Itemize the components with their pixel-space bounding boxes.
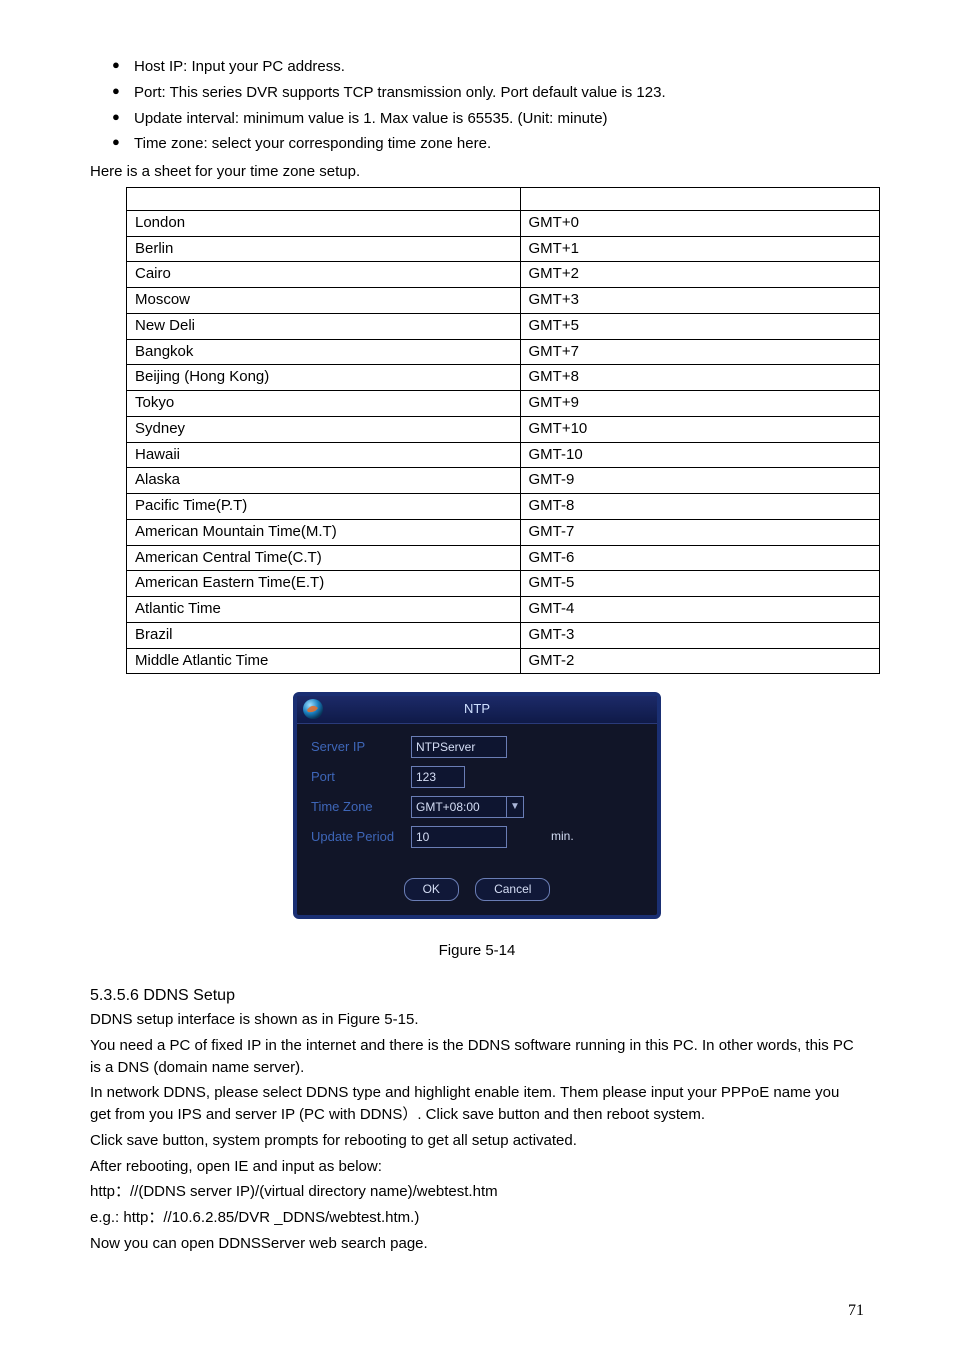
table-cell: GMT+9 bbox=[520, 391, 880, 417]
body-paragraph: Click save button, system prompts for re… bbox=[90, 1130, 864, 1152]
table-cell: GMT-9 bbox=[520, 468, 880, 494]
body-paragraph: e.g.: http：//10.6.2.85/DVR _DDNS/webtest… bbox=[90, 1207, 864, 1229]
body-paragraph: http：//(DDNS server IP)/(virtual directo… bbox=[90, 1181, 864, 1203]
section-heading: 5.3.5.6 DDNS Setup bbox=[90, 984, 864, 1007]
table-cell: GMT+1 bbox=[520, 236, 880, 262]
table-cell: Hawaii bbox=[127, 442, 521, 468]
bullet-item: Time zone: select your corresponding tim… bbox=[112, 133, 864, 155]
table-cell: Tokyo bbox=[127, 391, 521, 417]
table-cell: GMT-3 bbox=[520, 622, 880, 648]
table-cell: New Deli bbox=[127, 313, 521, 339]
port-field[interactable]: 123 bbox=[411, 766, 465, 788]
ok-button[interactable]: OK bbox=[404, 878, 459, 901]
update-period-label: Update Period bbox=[311, 828, 411, 847]
min-unit-label: min. bbox=[551, 828, 574, 845]
cancel-button[interactable]: Cancel bbox=[475, 878, 550, 901]
table-cell: Moscow bbox=[127, 288, 521, 314]
table-cell: GMT+5 bbox=[520, 313, 880, 339]
table-cell: American Central Time(C.T) bbox=[127, 545, 521, 571]
server-ip-label: Server IP bbox=[311, 738, 411, 757]
body-paragraph: After rebooting, open IE and input as be… bbox=[90, 1156, 864, 1178]
table-cell: GMT+0 bbox=[520, 210, 880, 236]
ntp-dialog: NTP Server IP NTPServer Port 123 Time Zo… bbox=[293, 692, 661, 919]
table-cell: Bangkok bbox=[127, 339, 521, 365]
timezone-value: GMT+08:00 bbox=[411, 796, 507, 818]
table-cell: Alaska bbox=[127, 468, 521, 494]
table-cell: GMT-6 bbox=[520, 545, 880, 571]
sheet-intro: Here is a sheet for your time zone setup… bbox=[90, 161, 864, 183]
table-cell: GMT+10 bbox=[520, 416, 880, 442]
figure-caption: Figure 5-14 bbox=[90, 940, 864, 962]
table-cell: GMT-10 bbox=[520, 442, 880, 468]
table-cell: GMT+8 bbox=[520, 365, 880, 391]
table-cell: Middle Atlantic Time bbox=[127, 648, 521, 674]
bullet-list: Host IP: Input your PC address. Port: Th… bbox=[90, 56, 864, 155]
table-cell: Sydney bbox=[127, 416, 521, 442]
table-cell bbox=[127, 187, 521, 210]
table-cell: Pacific Time(P.T) bbox=[127, 494, 521, 520]
dialog-title: NTP bbox=[464, 701, 490, 716]
server-ip-field[interactable]: NTPServer bbox=[411, 736, 507, 758]
body-paragraph: In network DDNS, please select DDNS type… bbox=[90, 1082, 864, 1126]
table-cell: GMT+2 bbox=[520, 262, 880, 288]
table-cell bbox=[520, 187, 880, 210]
timezone-label: Time Zone bbox=[311, 798, 411, 817]
table-cell: London bbox=[127, 210, 521, 236]
chevron-down-icon[interactable]: ▼ bbox=[507, 796, 524, 818]
port-label: Port bbox=[311, 768, 411, 787]
update-period-field[interactable]: 10 bbox=[411, 826, 507, 848]
table-cell: American Mountain Time(M.T) bbox=[127, 519, 521, 545]
bullet-item: Host IP: Input your PC address. bbox=[112, 56, 864, 78]
dialog-titlebar: NTP bbox=[297, 696, 657, 724]
app-logo-icon bbox=[301, 697, 325, 721]
table-cell: GMT-4 bbox=[520, 597, 880, 623]
page-number: 71 bbox=[90, 1299, 864, 1322]
table-cell: American Eastern Time(E.T) bbox=[127, 571, 521, 597]
table-cell: GMT-7 bbox=[520, 519, 880, 545]
table-cell: Cairo bbox=[127, 262, 521, 288]
table-cell: Atlantic Time bbox=[127, 597, 521, 623]
bullet-item: Port: This series DVR supports TCP trans… bbox=[112, 82, 864, 104]
timezone-table: LondonGMT+0 BerlinGMT+1 CairoGMT+2 Mosco… bbox=[126, 187, 880, 675]
timezone-select[interactable]: GMT+08:00 ▼ bbox=[411, 796, 524, 818]
table-cell: GMT-5 bbox=[520, 571, 880, 597]
table-cell: Brazil bbox=[127, 622, 521, 648]
bullet-item: Update interval: minimum value is 1. Max… bbox=[112, 108, 864, 130]
table-cell: GMT-8 bbox=[520, 494, 880, 520]
body-paragraph: DDNS setup interface is shown as in Figu… bbox=[90, 1009, 864, 1031]
table-cell: Beijing (Hong Kong) bbox=[127, 365, 521, 391]
body-paragraph: Now you can open DDNSServer web search p… bbox=[90, 1233, 864, 1255]
table-cell: GMT-2 bbox=[520, 648, 880, 674]
body-paragraph: You need a PC of fixed IP in the interne… bbox=[90, 1035, 864, 1079]
table-cell: GMT+7 bbox=[520, 339, 880, 365]
table-cell: Berlin bbox=[127, 236, 521, 262]
table-cell: GMT+3 bbox=[520, 288, 880, 314]
